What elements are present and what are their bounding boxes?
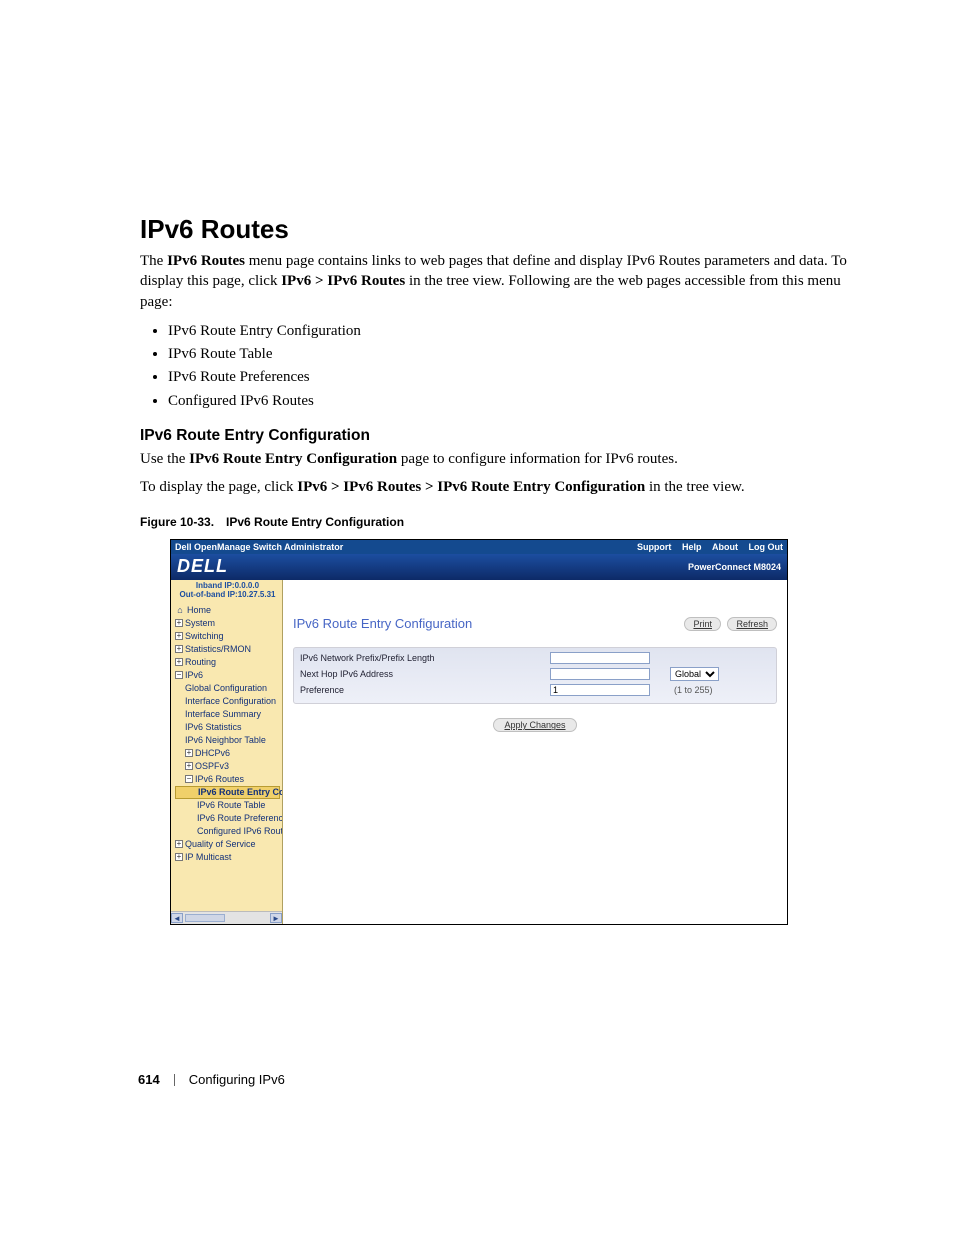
figure-title: IPv6 Route Entry Configuration: [226, 515, 404, 529]
list-item: IPv6 Route Entry Configuration: [168, 320, 854, 343]
scroll-left-icon[interactable]: ◄: [171, 913, 183, 923]
section-title: IPv6 Route Entry Configuration: [140, 427, 854, 445]
section-paragraph: To display the page, click IPv6 > IPv6 R…: [140, 477, 854, 497]
window-titlebar: Dell OpenManage Switch Administrator Sup…: [171, 540, 787, 554]
tree-interface-config[interactable]: Interface Configuration: [175, 695, 280, 708]
link-help[interactable]: Help: [682, 542, 702, 552]
page-footer: 614 Configuring IPv6: [138, 1072, 285, 1087]
tree-routing[interactable]: +Routing: [175, 656, 280, 669]
bullet-list: IPv6 Route Entry Configuration IPv6 Rout…: [168, 320, 854, 413]
tree-ipv6-routes[interactable]: −IPv6 Routes: [175, 773, 280, 786]
input-preference[interactable]: [550, 684, 650, 696]
text: The: [140, 253, 167, 269]
expand-icon[interactable]: +: [185, 762, 193, 770]
tree-route-table[interactable]: IPv6 Route Table: [175, 799, 280, 812]
expand-icon[interactable]: +: [175, 840, 183, 848]
figure-number: Figure 10-33.: [140, 515, 214, 529]
expand-icon[interactable]: +: [175, 658, 183, 666]
link-support[interactable]: Support: [637, 542, 672, 552]
expand-icon[interactable]: +: [175, 619, 183, 627]
nav-sidebar: Inband IP:0.0.0.0 Out-of-band IP:10.27.5…: [171, 580, 283, 924]
brand-bar: DELL PowerConnect M8024: [171, 554, 787, 580]
text: To display the page, click: [140, 479, 297, 495]
page-number: 614: [138, 1072, 160, 1087]
tree-qos[interactable]: +Quality of Service: [175, 838, 280, 851]
hint-preference: (1 to 255): [674, 685, 713, 695]
link-logout[interactable]: Log Out: [749, 542, 784, 552]
apply-button[interactable]: Apply Changes: [493, 718, 576, 732]
figure-caption: Figure 10-33. IPv6 Route Entry Configurat…: [140, 515, 854, 529]
collapse-icon[interactable]: −: [185, 775, 193, 783]
ip-info: Inband IP:0.0.0.0 Out-of-band IP:10.27.5…: [175, 582, 280, 600]
tree-ipv6[interactable]: −IPv6: [175, 669, 280, 682]
input-prefix[interactable]: [550, 652, 650, 664]
chapter-name: Configuring IPv6: [189, 1072, 285, 1087]
product-name: PowerConnect M8024: [688, 562, 781, 572]
tree-system[interactable]: +System: [175, 617, 280, 630]
tree-ip-multicast[interactable]: +IP Multicast: [175, 851, 280, 864]
text-bold: IPv6 Route Entry Configuration: [189, 451, 397, 467]
print-button[interactable]: Print: [684, 617, 721, 631]
route-entry-form: IPv6 Network Prefix/Prefix Length Next H…: [293, 647, 777, 704]
expand-icon[interactable]: +: [175, 853, 183, 861]
input-nexthop[interactable]: [550, 668, 650, 680]
text: page to configure information for IPv6 r…: [397, 451, 678, 467]
home-icon: ⌂: [175, 605, 185, 615]
expand-icon[interactable]: +: [175, 632, 183, 640]
text-bold: IPv6 Routes: [167, 253, 245, 269]
nav-tree: ⌂Home +System +Switching +Statistics/RMO…: [175, 604, 280, 864]
tree-stats[interactable]: +Statistics/RMON: [175, 643, 280, 656]
expand-icon[interactable]: +: [185, 749, 193, 757]
expand-icon[interactable]: +: [175, 645, 183, 653]
text: Use the: [140, 451, 189, 467]
list-item: Configured IPv6 Routes: [168, 390, 854, 413]
divider: [174, 1074, 175, 1086]
label-prefix: IPv6 Network Prefix/Prefix Length: [300, 653, 550, 663]
sidebar-hscroll[interactable]: ◄ ►: [171, 911, 282, 924]
link-about[interactable]: About: [712, 542, 738, 552]
tree-route-entry[interactable]: IPv6 Route Entry Co: [175, 786, 280, 799]
tree-switching[interactable]: +Switching: [175, 630, 280, 643]
tree-interface-summary[interactable]: Interface Summary: [175, 708, 280, 721]
intro-paragraph: The IPv6 Routes menu page contains links…: [140, 251, 854, 312]
refresh-button[interactable]: Refresh: [727, 617, 777, 631]
section-paragraph: Use the IPv6 Route Entry Configuration p…: [140, 449, 854, 469]
text: in the tree view.: [645, 479, 744, 495]
scroll-right-icon[interactable]: ►: [270, 913, 282, 923]
tree-global-config[interactable]: Global Configuration: [175, 682, 280, 695]
list-item: IPv6 Route Preferences: [168, 366, 854, 389]
content-title: IPv6 Route Entry Configuration: [293, 616, 472, 631]
text-bold: IPv6 > IPv6 Routes: [281, 273, 405, 289]
list-item: IPv6 Route Table: [168, 343, 854, 366]
admin-screenshot: Dell OpenManage Switch Administrator Sup…: [170, 539, 788, 925]
select-nexthop-scope[interactable]: Global: [670, 667, 719, 681]
tree-dhcpv6[interactable]: +DHCPv6: [175, 747, 280, 760]
scroll-thumb[interactable]: [185, 914, 225, 922]
text-bold: IPv6 > IPv6 Routes > IPv6 Route Entry Co…: [297, 479, 645, 495]
tree-configured-routes[interactable]: Configured IPv6 Route: [175, 825, 280, 838]
window-title: Dell OpenManage Switch Administrator: [175, 542, 343, 552]
dell-logo: DELL: [177, 556, 228, 577]
collapse-icon[interactable]: −: [175, 671, 183, 679]
tree-ipv6-stats[interactable]: IPv6 Statistics: [175, 721, 280, 734]
tree-home[interactable]: ⌂Home: [175, 604, 280, 617]
tree-route-pref[interactable]: IPv6 Route Preference: [175, 812, 280, 825]
label-preference: Preference: [300, 685, 550, 695]
tree-neighbor-table[interactable]: IPv6 Neighbor Table: [175, 734, 280, 747]
content-pane: IPv6 Route Entry Configuration Print Ref…: [283, 580, 787, 924]
label-nexthop: Next Hop IPv6 Address: [300, 669, 550, 679]
tree-ospfv3[interactable]: +OSPFv3: [175, 760, 280, 773]
oob-ip: Out-of-band IP:10.27.5.31: [175, 591, 280, 600]
page-title: IPv6 Routes: [140, 214, 854, 245]
